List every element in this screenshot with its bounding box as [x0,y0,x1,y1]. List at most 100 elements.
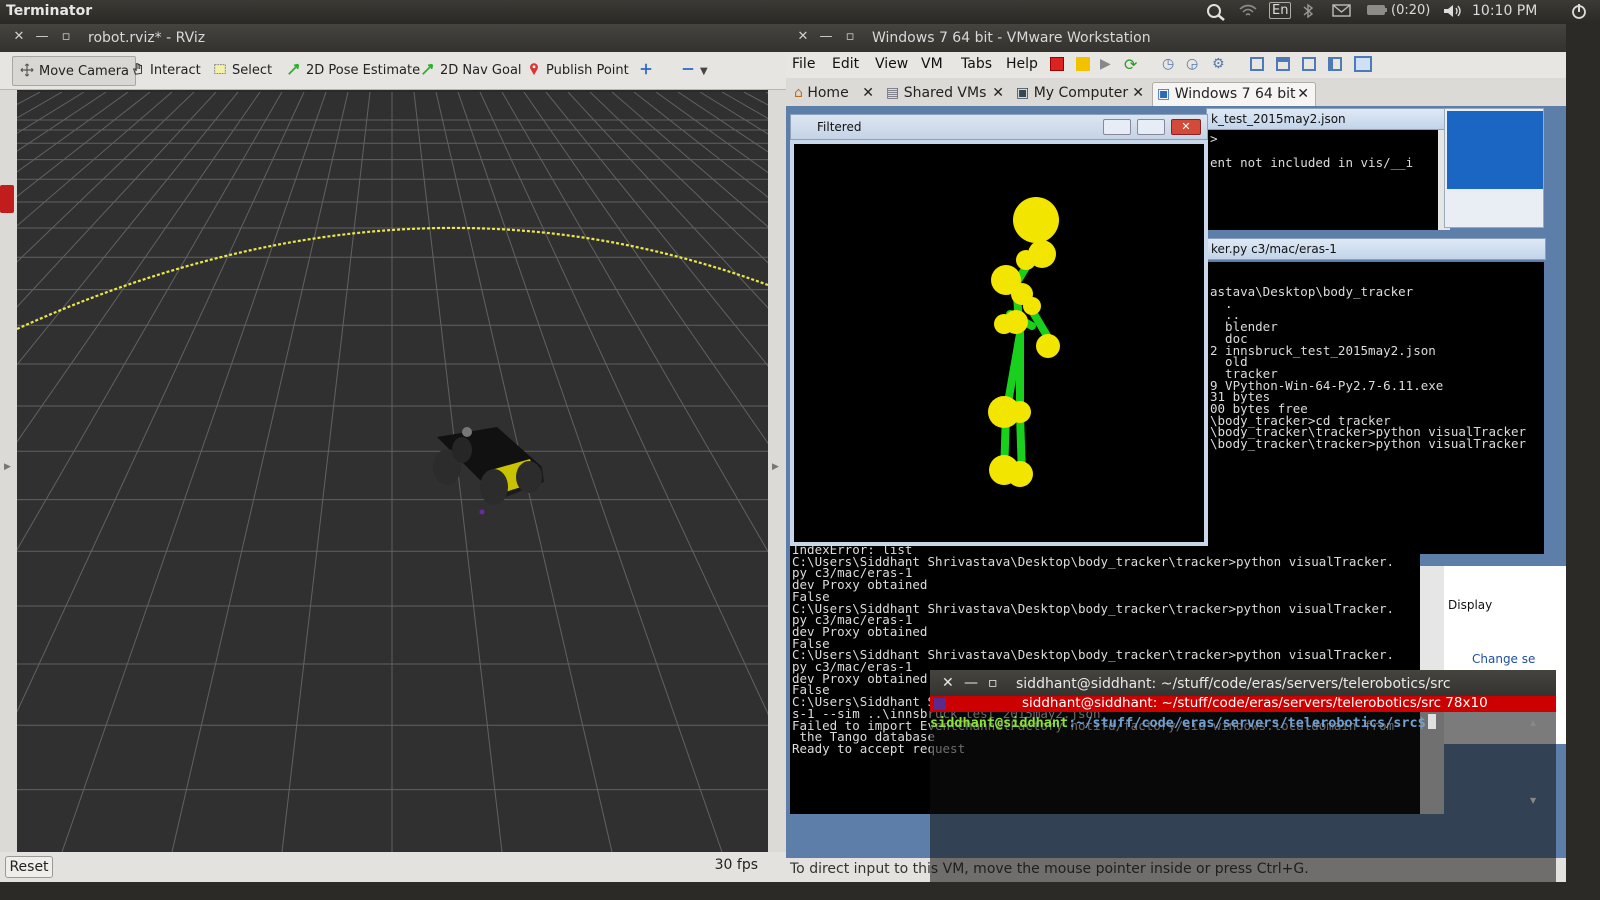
bluetooth-icon[interactable] [1302,3,1314,23]
top-panel: Terminator En (0:20) 10:10 PM [0,0,1600,24]
vmware-titlebar: ✕ — ▫ Windows 7 64 bit - VMware Workstat… [786,24,1566,52]
panel-handle-icon[interactable] [0,185,14,213]
close-tab-icon[interactable]: ✕ [1132,82,1144,104]
tab-windows-7[interactable]: ▣ Windows 7 64 bit ✕ [1152,82,1316,106]
close-tab-icon[interactable]: ✕ [992,82,1004,104]
cmd2-line: 2 innsbruck_test_2015may2.json [1210,342,1436,358]
play-icon[interactable]: ▶ [1100,56,1118,74]
filtered-canvas[interactable] [790,140,1208,546]
volume-icon[interactable] [1442,3,1462,23]
terminal-area[interactable]: siddhant@siddhant:~/stuff/code/eras/serv… [930,712,1556,882]
power-off-icon[interactable] [1050,57,1064,71]
rviz-titlebar: ✕ — ▫ robot.rviz* - RViz [0,24,786,52]
prompt-user: siddhant@siddhant [930,715,1069,731]
tab-home[interactable]: ⌂ Home ✕ [790,82,876,106]
grid-floor [17,92,768,852]
publish-point-tool[interactable]: Publish Point [520,56,635,86]
menu-edit[interactable]: Edit [832,56,859,72]
thumbnail-bar-icon[interactable] [1276,57,1290,71]
tab-shared-vms[interactable]: ▤ Shared VMs ✕ [882,82,1006,106]
change-settings-link[interactable]: Change se [1472,652,1535,666]
tab-home-label: Home [807,85,849,101]
mail-icon[interactable] [1332,3,1352,21]
close-icon[interactable]: ✕ [942,675,954,691]
maximize-icon[interactable]: ▫ [58,29,74,45]
filtered-titlebar: Filtered ✕ [790,114,1208,140]
terminal-titlebar-tab: siddhant@siddhant: ~/stuff/code/eras/ser… [930,695,1556,712]
plus-icon [640,63,652,75]
minimize-icon[interactable]: — [34,29,50,45]
terminal-scrollbar[interactable]: ▲ ▼ [1530,718,1542,806]
active-app-name: Terminator [6,3,93,19]
prompt-path: :~/stuff/code/eras/servers/telerobotics/… [1068,715,1426,731]
fullscreen-icon[interactable] [1328,57,1342,71]
close-tab-icon[interactable]: ✕ [862,82,874,104]
search-icon[interactable] [1206,3,1226,25]
2d-pose-estimate-tool[interactable]: 2D Pose Estimate [280,56,426,86]
suspend-icon[interactable] [1076,57,1090,71]
battery-icon[interactable] [1366,3,1388,21]
wifi-icon[interactable] [1238,3,1258,23]
close-icon[interactable]: ✕ [795,29,811,45]
shared-vms-icon: ▤ [886,85,900,101]
robot-model[interactable] [433,427,544,515]
rviz-right-panel-collapsed[interactable]: ▶ [768,90,786,852]
minimize-icon[interactable]: — [964,675,978,691]
minimize-icon[interactable]: — [818,29,834,45]
console-view-icon[interactable] [1302,57,1316,71]
move-camera-tool[interactable]: Move Camera [12,56,137,86]
snapshot-manager-icon[interactable]: ⚙ [1212,56,1225,72]
interact-tool[interactable]: Interact [124,56,207,86]
close-icon[interactable]: ✕ [11,29,27,45]
maximize-icon[interactable]: ▫ [842,29,858,45]
expand-right-arrow-icon[interactable]: ▶ [772,462,779,472]
select-label: Select [232,63,273,78]
rviz-3d-viewport[interactable] [17,92,768,852]
battery-time: (0:20) [1391,3,1431,18]
vmware-window-title: Windows 7 64 bit - VMware Workstation [872,30,1151,46]
rviz-window-title: robot.rviz* - RViz [88,30,206,46]
menu-vm[interactable]: VM [921,56,943,72]
power-icon[interactable] [1570,3,1588,25]
display-label: Display [1448,598,1493,612]
expand-left-arrow-icon[interactable]: ▶ [4,462,11,472]
cmd-main-line: dev Proxy obtained [792,623,928,639]
text-cursor [1427,714,1436,729]
revert-snapshot-icon[interactable]: ◶ [1186,56,1198,72]
control-panel-window[interactable] [1444,108,1544,228]
sidebar-toggle-icon[interactable] [1250,57,1264,71]
snapshot-icon[interactable]: ◷ [1162,56,1174,72]
hand-icon [132,63,142,75]
add-tool-button[interactable] [632,56,664,86]
json-line: ent not included in vis/__i [1210,154,1414,170]
tab-my-computer-label: My Computer [1033,85,1129,101]
menu-view[interactable]: View [875,56,908,72]
rviz-left-panel-collapsed[interactable]: ▶ [0,90,17,852]
maximize-icon[interactable]: ▫ [988,675,998,691]
select-tool[interactable]: Select [206,56,278,86]
cmd2-console[interactable]: astava\Desktop\body_tracker . .. blender… [1206,262,1544,554]
menu-tabs[interactable]: Tabs [961,56,992,72]
2d-nav-goal-label: 2D Nav Goal [440,63,522,78]
terminal-prompt[interactable]: siddhant@siddhant:~/stuff/code/eras/serv… [930,714,1436,731]
minus-icon [682,68,694,70]
minimize-icon[interactable] [1103,119,1131,135]
unity-mode-icon[interactable] [1354,56,1372,72]
tab-my-computer[interactable]: ▣ My Computer ✕ [1012,82,1146,106]
json-window-titlebar: k_test_2015may2.json [1206,108,1446,130]
menu-help[interactable]: Help [1006,56,1038,72]
menu-file[interactable]: File [792,56,815,72]
restart-icon[interactable]: ⟳ [1124,55,1137,74]
close-icon[interactable]: ✕ [1171,119,1201,135]
2d-nav-goal-tool[interactable]: 2D Nav Goal [414,56,528,86]
json-window-console[interactable]: > ent not included in vis/__i [1206,130,1438,230]
close-tab-icon[interactable]: ✕ [1297,83,1309,105]
keyboard-layout-indicator[interactable]: En [1269,2,1292,19]
clock[interactable]: 10:10 PM [1472,3,1537,19]
terminal-group-icon[interactable] [934,698,946,710]
maximize-icon[interactable] [1137,119,1165,135]
json-window-title: k_test_2015may2.json [1211,112,1346,126]
remove-tool-dropdown[interactable]: ▼ [674,56,714,86]
reset-button[interactable]: Reset [5,856,53,878]
select-icon [214,64,226,74]
